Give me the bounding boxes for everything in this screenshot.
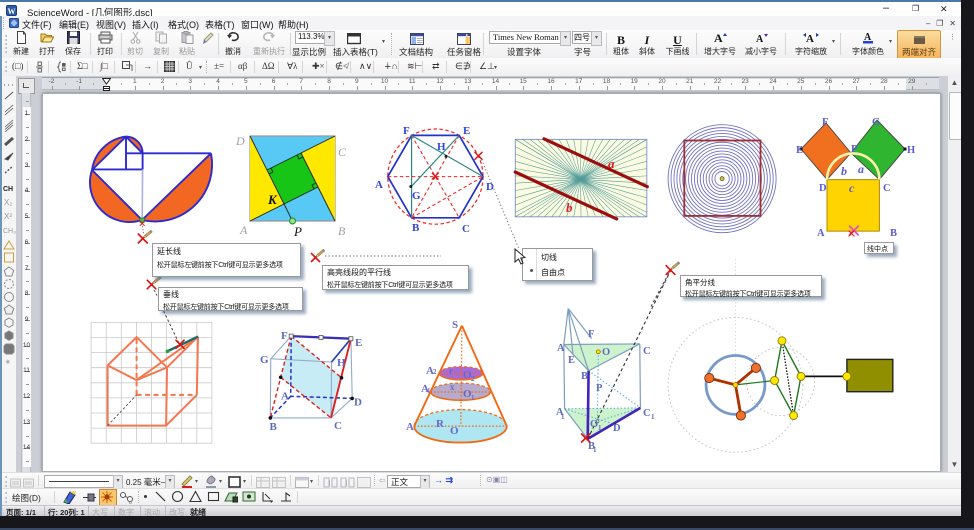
svg-text:W: W xyxy=(8,7,16,16)
svg-text:H: H xyxy=(437,141,446,153)
svg-text:X²: X² xyxy=(4,212,12,221)
svg-text:H: H xyxy=(907,145,915,156)
svg-text:K: K xyxy=(267,192,278,207)
svg-text:E: E xyxy=(463,125,470,137)
svg-text:A: A xyxy=(817,228,825,239)
svg-text:E: E xyxy=(568,355,575,366)
svg-text:H: H xyxy=(337,357,346,369)
svg-text:1: 1 xyxy=(471,394,475,402)
svg-text:a: a xyxy=(608,156,615,171)
svg-text:D: D xyxy=(819,183,827,194)
svg-text:A: A xyxy=(239,223,248,237)
svg-text:1: 1 xyxy=(427,387,431,395)
svg-text:C: C xyxy=(643,346,651,357)
svg-text:O: O xyxy=(602,347,610,358)
svg-text:a: a xyxy=(858,162,864,176)
svg-text:⚛: ⚛ xyxy=(5,359,10,366)
svg-text:G: G xyxy=(260,354,269,366)
svg-text:2: 2 xyxy=(471,375,475,383)
svg-text:CH₃: CH₃ xyxy=(3,228,16,235)
svg-text:o: o xyxy=(129,500,132,504)
svg-text:A: A xyxy=(375,179,383,191)
svg-text:G: G xyxy=(412,190,421,202)
svg-text:F: F xyxy=(822,117,828,128)
svg-text:B: B xyxy=(581,371,588,382)
svg-text:E: E xyxy=(796,145,803,156)
svg-text:r: r xyxy=(449,366,453,376)
svg-text:A: A xyxy=(557,343,565,354)
svg-text:C: C xyxy=(338,145,347,159)
svg-text:B: B xyxy=(412,222,420,234)
svg-text:F: F xyxy=(281,330,288,342)
svg-text:D: D xyxy=(354,397,362,409)
svg-text:b: b xyxy=(566,200,573,215)
svg-text:P: P xyxy=(596,383,603,394)
svg-text:C: C xyxy=(643,408,651,419)
svg-text:c: c xyxy=(849,181,855,195)
svg-text:x: x xyxy=(450,382,455,392)
svg-text:C: C xyxy=(462,223,470,235)
svg-text:b: b xyxy=(841,164,847,178)
svg-text:F: F xyxy=(588,329,594,340)
svg-text:CH: CH xyxy=(3,186,13,193)
svg-text:X₂: X₂ xyxy=(4,198,12,207)
svg-text:P: P xyxy=(851,144,858,155)
svg-text:G: G xyxy=(872,117,880,128)
svg-text:D: D xyxy=(486,181,494,193)
svg-text:A: A xyxy=(281,391,289,403)
svg-text:A: A xyxy=(806,33,814,44)
svg-text:B: B xyxy=(270,421,278,433)
svg-text:O: O xyxy=(590,419,598,430)
svg-text:D: D xyxy=(235,134,245,148)
svg-text:C: C xyxy=(883,183,891,194)
svg-text:2: 2 xyxy=(433,368,437,376)
svg-text:1: 1 xyxy=(593,446,597,454)
svg-text:1: 1 xyxy=(561,413,565,421)
svg-text:1: 1 xyxy=(598,424,602,432)
svg-text:P: P xyxy=(293,224,302,239)
svg-text:B: B xyxy=(338,224,346,238)
svg-text:A: A xyxy=(756,34,764,44)
svg-text:D: D xyxy=(613,423,621,434)
svg-text:1: 1 xyxy=(651,413,655,421)
svg-text:C: C xyxy=(334,420,342,432)
svg-text:A: A xyxy=(406,421,414,433)
svg-text:O: O xyxy=(450,425,459,437)
svg-text:E: E xyxy=(355,337,362,349)
svg-text:B: B xyxy=(890,228,897,239)
svg-text:F: F xyxy=(403,125,410,137)
svg-text:A: A xyxy=(714,31,723,44)
svg-text:R: R xyxy=(436,418,445,430)
svg-text:S: S xyxy=(452,319,458,331)
